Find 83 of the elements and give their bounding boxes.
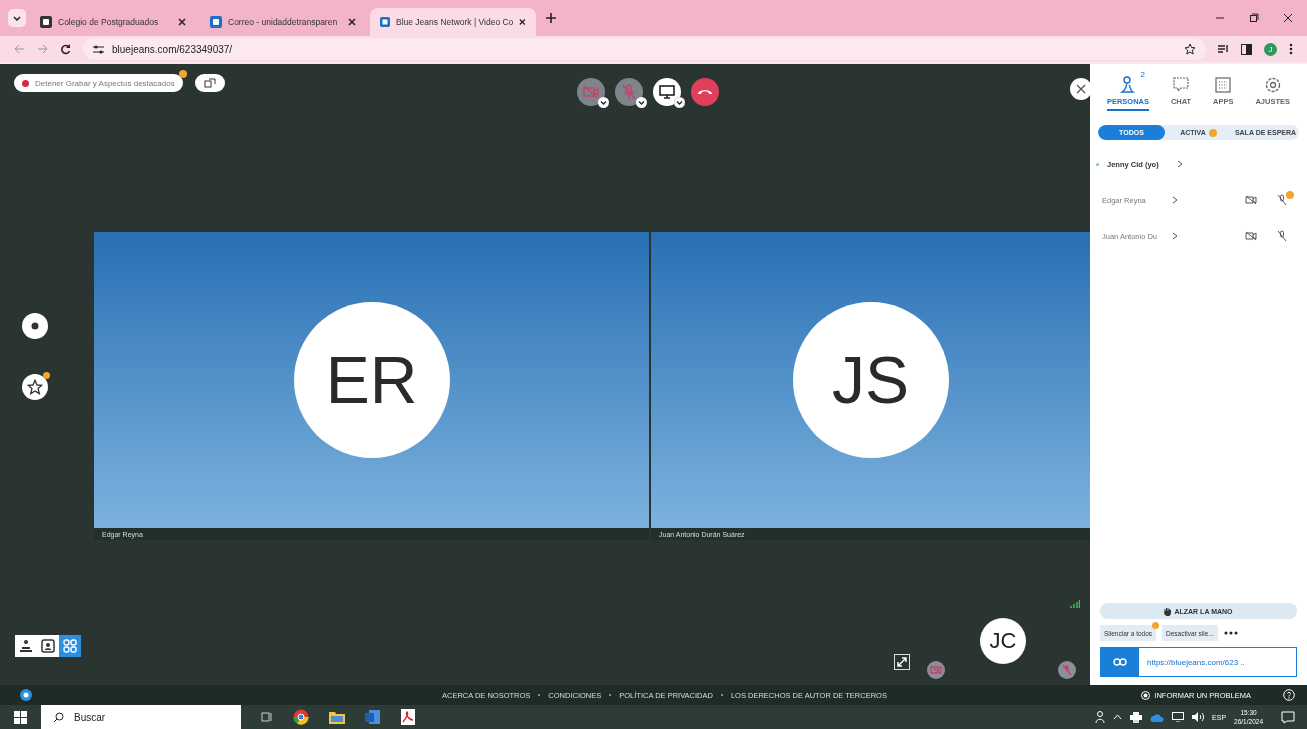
task-view-icon[interactable] — [261, 711, 273, 723]
browser-tab[interactable]: Correo - unidaddetransparen — [200, 8, 366, 36]
browser-tab[interactable]: Blue Jeans Network | Video Co — [370, 8, 536, 36]
word-icon[interactable] — [365, 709, 381, 725]
windows-start-icon[interactable] — [14, 710, 27, 724]
chevron-icon[interactable] — [1172, 196, 1178, 204]
mic-off-icon — [622, 84, 636, 100]
camera-off-icon — [1245, 195, 1257, 205]
expand-icon[interactable] — [894, 654, 910, 670]
close-icon[interactable] — [178, 18, 186, 26]
folder-icon[interactable] — [329, 710, 345, 724]
record-icon — [1141, 690, 1151, 700]
participant-avatar: ER — [293, 302, 450, 458]
people-icon — [1119, 76, 1137, 94]
caret-icon[interactable] — [598, 97, 609, 108]
sidepanel-icon[interactable] — [1241, 43, 1252, 55]
site-settings-icon — [93, 44, 104, 54]
browser-tab[interactable]: Colegio de Postgraduados — [30, 8, 196, 36]
more-icon[interactable] — [1223, 631, 1238, 635]
close-icon — [1076, 84, 1086, 94]
pdf-icon[interactable] — [401, 709, 415, 725]
close-icon[interactable] — [348, 18, 356, 26]
profile-avatar[interactable]: J — [1264, 42, 1277, 56]
site-icon — [40, 16, 52, 28]
tab-menu-button[interactable] — [8, 9, 26, 27]
presenter-icon — [19, 639, 33, 653]
settings-icon — [1263, 76, 1282, 94]
phone-icon — [697, 88, 713, 96]
participant-avatar: JS — [792, 302, 949, 458]
reaction-button[interactable] — [22, 313, 48, 339]
printer-icon[interactable] — [1130, 711, 1143, 723]
caret-icon[interactable] — [674, 97, 685, 108]
grid-icon — [63, 639, 77, 653]
chevron-up-icon[interactable] — [1113, 714, 1123, 720]
caret-icon — [13, 15, 21, 21]
mic-off-icon — [1277, 194, 1287, 206]
notification-dot — [43, 372, 50, 379]
camera-off-icon — [927, 661, 945, 679]
person-card-icon — [41, 639, 55, 653]
chevron-icon[interactable] — [1172, 232, 1178, 240]
close-icon[interactable] — [1283, 13, 1293, 23]
media-icon[interactable] — [1218, 44, 1229, 54]
highlight-star-button[interactable] — [22, 374, 48, 400]
star-icon[interactable] — [1184, 43, 1196, 55]
site-icon — [380, 16, 390, 28]
more-icon[interactable] — [1289, 43, 1293, 55]
hang-up-button[interactable] — [691, 78, 719, 106]
cloud-icon[interactable] — [1150, 712, 1165, 722]
caret-icon[interactable] — [636, 97, 647, 108]
speaker-icon[interactable] — [1192, 712, 1205, 722]
hand-icon — [1164, 606, 1172, 616]
chat-icon — [1172, 76, 1191, 94]
new-tab-icon[interactable] — [546, 13, 556, 23]
browser-icon[interactable] — [293, 709, 309, 725]
camera-off-icon — [1245, 231, 1257, 241]
monitor-icon — [659, 85, 675, 99]
address-field[interactable]: bluejeans.com/623349037/ — [83, 38, 1206, 60]
star-icon — [27, 379, 43, 395]
alert-badge — [1286, 191, 1294, 199]
record-dot-icon — [22, 79, 29, 87]
search-icon — [53, 711, 64, 723]
search-field[interactable]: Buscar — [41, 705, 241, 729]
mic-off-icon — [1058, 661, 1076, 679]
camera-off-icon — [583, 85, 599, 99]
mic-off-icon — [1277, 230, 1287, 242]
link-icon[interactable] — [1101, 648, 1139, 676]
reload-icon[interactable] — [60, 43, 71, 55]
close-icon[interactable] — [519, 18, 526, 26]
popout-icon — [203, 78, 216, 88]
self-avatar: JC — [980, 618, 1026, 664]
notification-icon[interactable] — [1281, 710, 1295, 724]
restore-icon[interactable] — [1249, 13, 1259, 23]
dot-icon — [30, 321, 40, 331]
site-icon — [210, 16, 222, 28]
share-button[interactable] — [194, 74, 225, 92]
chevron-icon[interactable] — [1177, 160, 1183, 168]
help-icon[interactable] — [1283, 689, 1295, 701]
network-icon[interactable] — [1172, 712, 1185, 722]
apps-icon — [1214, 76, 1233, 94]
people-icon[interactable] — [1095, 711, 1106, 723]
alert-badge — [1152, 622, 1160, 629]
signal-icon — [1070, 600, 1080, 608]
notification-dot — [178, 70, 187, 78]
